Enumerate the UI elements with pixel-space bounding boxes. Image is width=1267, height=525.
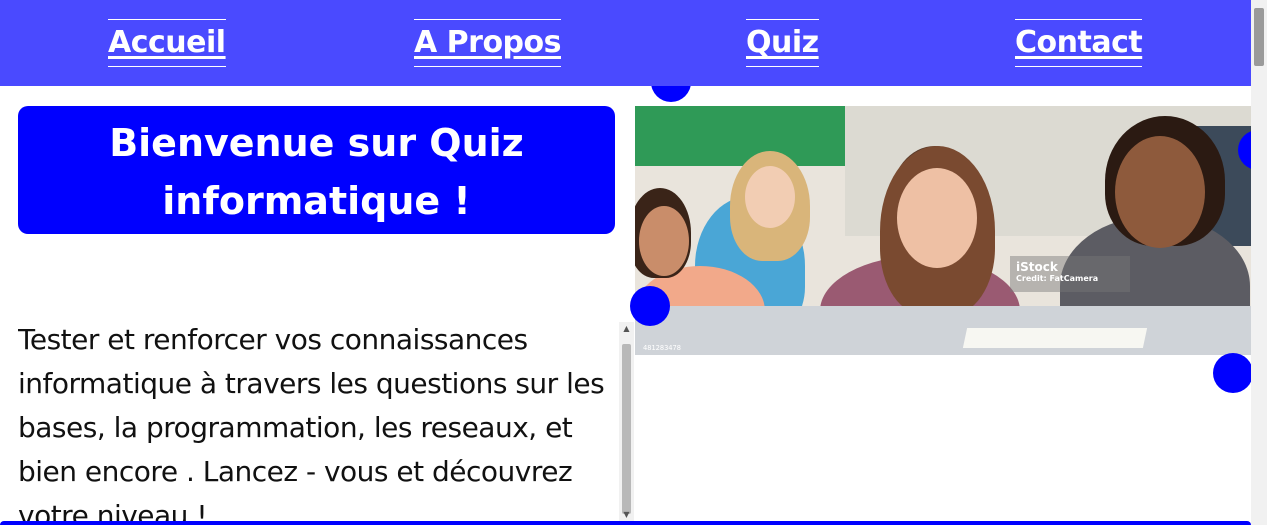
- photo-chalkboard: [635, 106, 845, 166]
- watermark-credit: Credit: FatCamera: [1016, 274, 1099, 283]
- classroom-photo: iStock Credit: FatCamera 481283478: [635, 106, 1251, 355]
- description-scrollbar[interactable]: ▲ ▼: [619, 322, 634, 522]
- nav-link-contact[interactable]: Contact: [1015, 19, 1143, 67]
- description-scroll-area[interactable]: Tester et renforcer vos connaissances in…: [18, 318, 618, 525]
- stock-image-id: 481283478: [643, 344, 681, 352]
- decorative-dot: [630, 286, 670, 326]
- nav-link-a-propos[interactable]: A Propos: [414, 19, 562, 67]
- photo-girl-face: [897, 168, 977, 268]
- welcome-banner: Bienvenue sur Quiz informatique !: [18, 106, 615, 234]
- istock-watermark: iStock Credit: FatCamera: [1010, 256, 1130, 292]
- welcome-title-line2: informatique !: [162, 179, 471, 223]
- decorative-dot: [1213, 353, 1253, 393]
- bottom-section-edge: [0, 521, 1251, 525]
- top-navbar: Accueil A Propos Quiz Contact: [0, 0, 1251, 86]
- photo-notebook: [962, 328, 1148, 348]
- photo-student-face: [745, 166, 795, 228]
- page-scrollbar[interactable]: [1251, 0, 1267, 525]
- nav-link-quiz[interactable]: Quiz: [746, 19, 819, 67]
- scroll-up-arrow-icon[interactable]: ▲: [619, 322, 634, 336]
- page-scrollbar-thumb[interactable]: [1254, 8, 1264, 66]
- nav-link-accueil[interactable]: Accueil: [108, 19, 226, 67]
- description-scrollbar-thumb[interactable]: [622, 344, 631, 514]
- description-text: Tester et renforcer vos connaissances in…: [18, 323, 605, 525]
- welcome-title-line1: Bienvenue sur Quiz: [109, 121, 524, 165]
- photo-desk: [635, 306, 1251, 355]
- photo-boy-face: [639, 206, 689, 276]
- photo-teacher-face: [1115, 136, 1205, 248]
- watermark-brand: iStock: [1016, 260, 1058, 274]
- scroll-down-arrow-icon[interactable]: ▼: [619, 508, 634, 522]
